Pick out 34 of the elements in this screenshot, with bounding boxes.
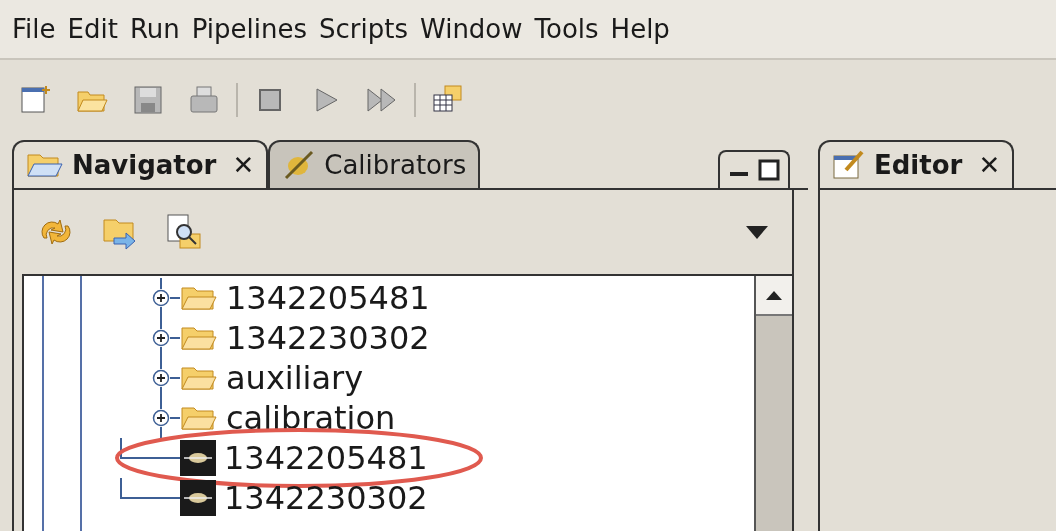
menu-item[interactable]: Pipelines: [191, 9, 308, 49]
close-icon[interactable]: ✕: [978, 145, 1001, 185]
plus-icon[interactable]: [152, 369, 170, 387]
folder-icon: [180, 404, 218, 432]
plus-icon[interactable]: [152, 289, 170, 307]
folder-icon: [180, 364, 218, 392]
plus-icon[interactable]: [152, 409, 170, 427]
edit-icon: [832, 148, 866, 182]
scrollbar[interactable]: [754, 276, 792, 531]
plus-icon[interactable]: [152, 329, 170, 347]
editor-tab[interactable]: Editor ✕: [818, 140, 1015, 188]
menu-item[interactable]: File: [12, 9, 56, 49]
maximize-icon[interactable]: [758, 159, 780, 181]
menu-item[interactable]: Run: [129, 9, 180, 49]
menu-item[interactable]: Scripts: [319, 9, 408, 49]
dropdown-icon[interactable]: [744, 223, 770, 241]
scroll-up-button[interactable]: [756, 276, 792, 316]
up-arrow-icon: [764, 289, 784, 301]
folder-icon: [180, 284, 218, 312]
search-icon[interactable]: [164, 212, 204, 252]
menu-item[interactable]: Window: [420, 9, 523, 49]
menu-item[interactable]: Tools: [534, 9, 599, 49]
folder-icon: [180, 324, 218, 352]
panel-tab[interactable]: Navigator ✕: [12, 140, 269, 188]
close-icon[interactable]: ✕: [232, 145, 255, 185]
tree-item[interactable]: auxiliary: [226, 358, 364, 398]
tree-item[interactable]: 1342230302: [226, 318, 430, 358]
folder-icon: [26, 151, 64, 179]
tree-item[interactable]: 1342205481: [226, 278, 430, 318]
panel-tab[interactable]: Calibrators: [268, 140, 481, 188]
menu-item[interactable]: Help: [610, 9, 670, 49]
tree-item[interactable]: 1342230302: [224, 478, 428, 518]
menu-item[interactable]: Edit: [67, 9, 118, 49]
tree-item[interactable]: calibration: [226, 398, 396, 438]
